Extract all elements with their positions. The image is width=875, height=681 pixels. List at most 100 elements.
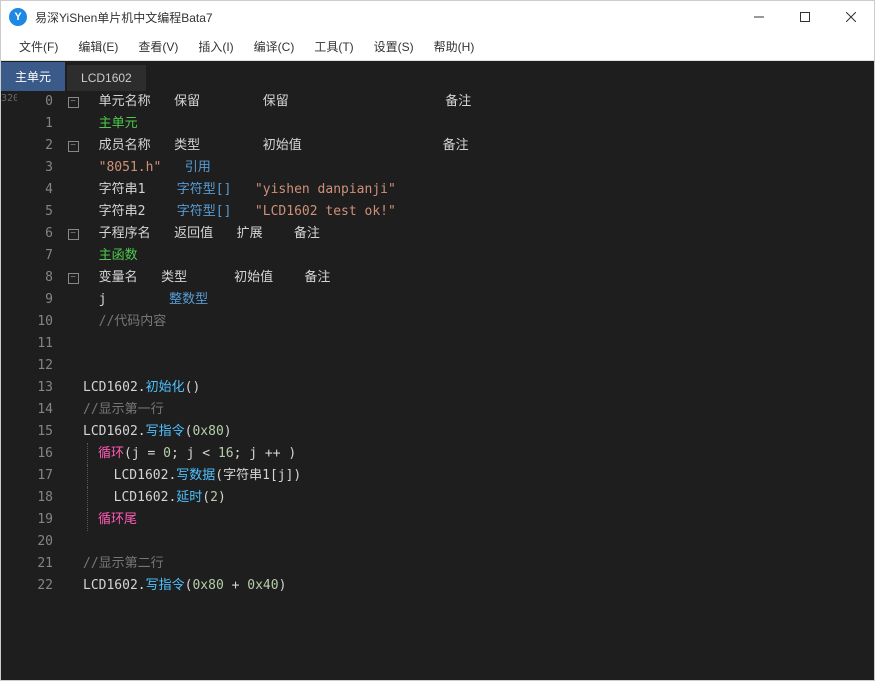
fold-cell [63,245,83,267]
minimize-icon [754,12,764,22]
line-number: 8 [17,267,53,289]
close-button[interactable] [828,1,874,33]
code-line[interactable]: LCD1602.写数据(字符串1[j]) [83,465,874,487]
menubar: 文件(F) 编辑(E) 查看(V) 插入(I) 编译(C) 工具(T) 设置(S… [1,33,874,61]
line-number: 10 [17,311,53,333]
fold-cell: − [63,223,83,245]
code-line[interactable]: 成员名称 类型 初始值 备注 [83,135,874,157]
line-number: 17 [17,465,53,487]
code-line[interactable]: LCD1602.写指令(0x80 + 0x40) [83,575,874,597]
editor-area: 主单元 LCD1602 320 012345678910111213141516… [1,61,874,680]
fold-cell [63,465,83,487]
fold-cell [63,509,83,531]
code-area[interactable]: 单元名称 保留 保留 备注 主单元 成员名称 类型 初始值 备注 "8051.h… [83,91,874,680]
tabbar: 主单元 LCD1602 [1,61,874,91]
line-number: 14 [17,399,53,421]
line-number: 0 [17,91,53,113]
fold-cell [63,157,83,179]
fold-cell [63,333,83,355]
fold-cell [63,531,83,553]
line-number: 13 [17,377,53,399]
menu-edit[interactable]: 编辑(E) [68,34,128,59]
code-line[interactable] [83,333,874,355]
fold-cell [63,201,83,223]
line-number: 3 [17,157,53,179]
fold-cell [63,487,83,509]
editor[interactable]: 320 012345678910111213141516171819202122… [1,91,874,680]
fold-cell [63,289,83,311]
fold-cell [63,421,83,443]
fold-cell: − [63,267,83,289]
line-gutter: 012345678910111213141516171819202122 [17,91,63,680]
tab-main[interactable]: 主单元 [1,62,65,91]
code-line[interactable]: 循环(j = 0; j < 16; j ++ ) [83,443,874,465]
line-number: 2 [17,135,53,157]
titlebar: Y 易深YiShen单片机中文编程Bata7 [1,1,874,33]
code-line[interactable]: LCD1602.初始化() [83,377,874,399]
code-line[interactable] [83,531,874,553]
fold-cell [63,553,83,575]
app-window: Y 易深YiShen单片机中文编程Bata7 文件(F) 编辑(E) 查看(V)… [0,0,875,681]
line-number: 21 [17,553,53,575]
menu-file[interactable]: 文件(F) [9,34,68,59]
line-number: 5 [17,201,53,223]
line-number: 22 [17,575,53,597]
fold-cell: − [63,91,83,113]
code-line[interactable]: 变量名 类型 初始值 备注 [83,267,874,289]
code-line[interactable]: 循环尾 [83,509,874,531]
fold-toggle-icon[interactable]: − [68,141,79,152]
fold-toggle-icon[interactable]: − [68,229,79,240]
code-line[interactable]: //显示第一行 [83,399,874,421]
maximize-button[interactable] [782,1,828,33]
menu-tools[interactable]: 工具(T) [304,34,363,59]
fold-cell [63,575,83,597]
fold-cell: − [63,135,83,157]
line-number: 11 [17,333,53,355]
code-line[interactable]: 字符串2 字符型[] "LCD1602 test ok!" [83,201,874,223]
menu-view[interactable]: 查看(V) [128,34,188,59]
code-line[interactable]: 主函数 [83,245,874,267]
menu-help[interactable]: 帮助(H) [424,34,485,59]
code-line[interactable]: //代码内容 [83,311,874,333]
window-title: 易深YiShen单片机中文编程Bata7 [35,9,736,26]
fold-cell [63,377,83,399]
code-line[interactable]: 子程序名 返回值 扩展 备注 [83,223,874,245]
menu-settings[interactable]: 设置(S) [364,34,424,59]
minimize-button[interactable] [736,1,782,33]
fold-cell [63,311,83,333]
code-line[interactable]: //显示第二行 [83,553,874,575]
line-number: 20 [17,531,53,553]
code-line[interactable]: 字符串1 字符型[] "yishen danpianji" [83,179,874,201]
line-number: 6 [17,223,53,245]
line-number: 12 [17,355,53,377]
line-number: 1 [17,113,53,135]
code-line[interactable]: 主单元 [83,113,874,135]
app-icon: Y [9,8,27,26]
code-line[interactable] [83,355,874,377]
fold-cell [63,399,83,421]
fold-toggle-icon[interactable]: − [68,97,79,108]
fold-cell [63,443,83,465]
fold-toggle-icon[interactable]: − [68,273,79,284]
close-icon [846,12,856,22]
menu-compile[interactable]: 编译(C) [244,34,305,59]
fold-cell [63,355,83,377]
code-line[interactable]: j 整数型 [83,289,874,311]
window-controls [736,1,874,33]
maximize-icon [800,12,810,22]
line-number: 4 [17,179,53,201]
fold-cell [63,113,83,135]
code-line[interactable]: "8051.h" 引用 [83,157,874,179]
code-line[interactable]: LCD1602.写指令(0x80) [83,421,874,443]
menu-insert[interactable]: 插入(I) [188,34,243,59]
line-number: 15 [17,421,53,443]
tab-lcd[interactable]: LCD1602 [67,65,146,91]
fold-column: − − − − [63,91,83,680]
line-number: 9 [17,289,53,311]
line-number: 16 [17,443,53,465]
fold-cell [63,179,83,201]
margin-column: 320 [1,91,17,680]
code-line[interactable]: LCD1602.延时(2) [83,487,874,509]
code-line[interactable]: 单元名称 保留 保留 备注 [83,91,874,113]
line-number: 7 [17,245,53,267]
